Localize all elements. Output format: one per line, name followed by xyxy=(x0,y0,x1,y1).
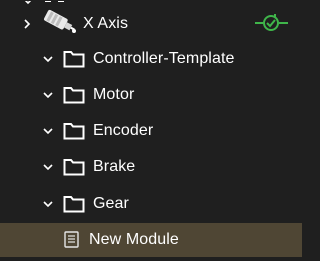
chevron-right-icon[interactable] xyxy=(23,19,31,29)
tree-item-motor[interactable]: Motor xyxy=(0,78,302,112)
tree-item-new-module[interactable]: New Module xyxy=(0,223,302,257)
motor-axis-icon xyxy=(38,9,82,35)
folder-icon xyxy=(63,157,85,177)
axis-label: X Axis xyxy=(83,15,129,32)
folder-label: Encoder xyxy=(93,122,154,139)
connected-plug-icon xyxy=(255,12,289,34)
folder-icon xyxy=(63,121,85,141)
document-icon xyxy=(64,231,79,248)
tree-item-encoder[interactable]: Encoder xyxy=(0,114,302,148)
chevron-down-icon[interactable] xyxy=(43,91,53,99)
folder-label: Brake xyxy=(93,158,136,175)
folder-icon xyxy=(63,194,85,214)
folder-label: Gear xyxy=(93,195,129,212)
tree-item-gear[interactable]: Gear xyxy=(0,187,302,221)
chevron-down-icon[interactable] xyxy=(43,55,53,63)
module-label: New Module xyxy=(89,231,179,248)
tree-item-x-axis[interactable]: X Axis xyxy=(0,6,302,40)
chevron-down-icon[interactable] xyxy=(43,127,53,135)
folder-label: Motor xyxy=(93,86,135,103)
tree-item-brake[interactable]: Brake xyxy=(0,150,302,184)
chevron-down-icon[interactable] xyxy=(43,163,53,171)
folder-icon xyxy=(63,49,85,69)
chevron-down-icon[interactable] xyxy=(43,200,53,208)
folder-label: Controller-Template xyxy=(93,50,235,67)
tree-item-controller-template[interactable]: Controller-Template xyxy=(0,42,302,76)
folder-icon xyxy=(63,85,85,105)
